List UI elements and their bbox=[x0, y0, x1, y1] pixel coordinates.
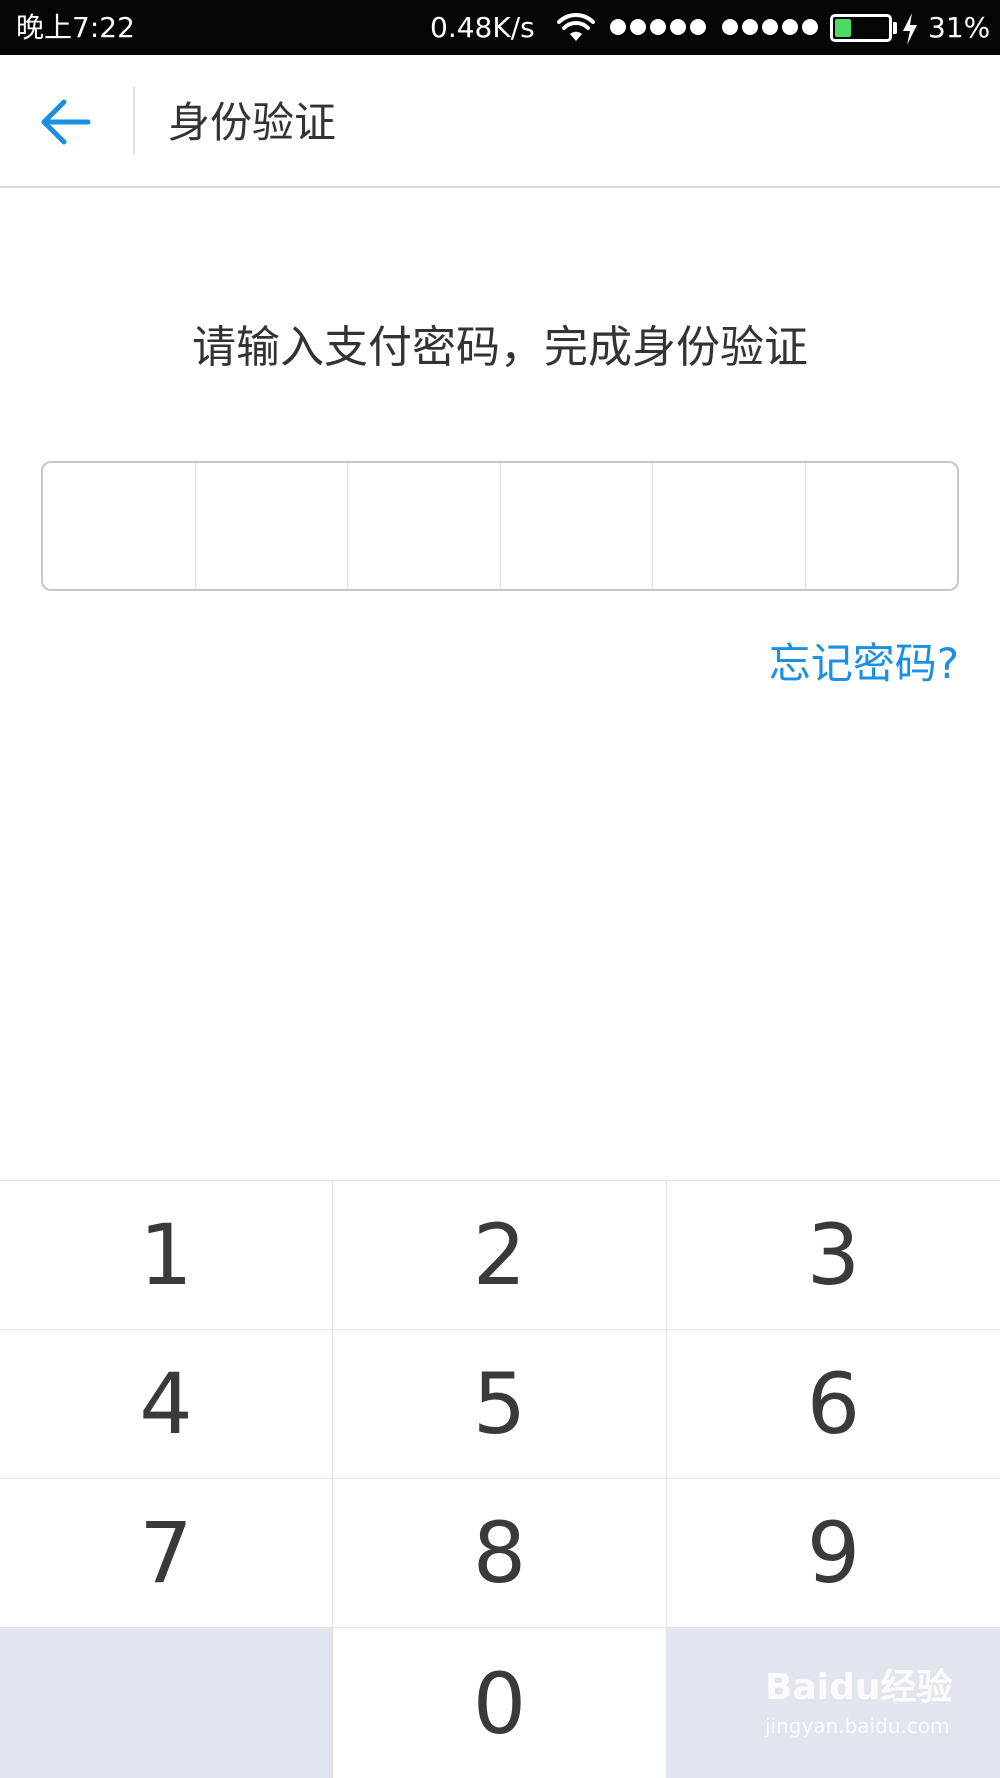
nav-bar: 身份验证 bbox=[0, 55, 1000, 188]
forgot-password-link[interactable]: 忘记密码? bbox=[769, 636, 959, 692]
password-input[interactable] bbox=[41, 461, 959, 591]
key-8[interactable]: 8 bbox=[333, 1479, 667, 1628]
battery-cap bbox=[893, 22, 897, 34]
numeric-keypad: 1 2 3 4 5 6 7 8 9 0 bbox=[0, 1180, 1000, 1778]
signal-icon bbox=[610, 16, 706, 38]
key-2[interactable]: 2 bbox=[333, 1181, 667, 1330]
wifi-icon bbox=[557, 12, 595, 41]
nav-divider bbox=[133, 87, 135, 155]
key-5[interactable]: 5 bbox=[333, 1330, 667, 1479]
key-blank bbox=[0, 1628, 333, 1778]
key-3[interactable]: 3 bbox=[667, 1181, 1000, 1330]
key-delete[interactable] bbox=[667, 1628, 1000, 1778]
key-4[interactable]: 4 bbox=[0, 1330, 333, 1479]
key-7[interactable]: 7 bbox=[0, 1479, 333, 1628]
key-0[interactable]: 0 bbox=[333, 1628, 667, 1778]
status-bar: 晚上7:22 0.48K/s 31% bbox=[0, 0, 1000, 55]
battery-percent: 31% bbox=[928, 11, 991, 44]
key-6[interactable]: 6 bbox=[667, 1330, 1000, 1479]
charging-icon bbox=[903, 13, 917, 45]
battery-icon bbox=[830, 14, 892, 42]
password-digit-box[interactable] bbox=[501, 463, 653, 589]
key-1[interactable]: 1 bbox=[0, 1181, 333, 1330]
password-digit-box[interactable] bbox=[196, 463, 348, 589]
password-digit-box[interactable] bbox=[43, 463, 196, 589]
verification-prompt: 请输入支付密码，完成身份验证 bbox=[192, 322, 808, 373]
password-digit-box[interactable] bbox=[348, 463, 501, 589]
network-speed: 0.48K/s bbox=[430, 11, 535, 44]
back-arrow-icon[interactable] bbox=[40, 95, 94, 149]
password-digit-box[interactable] bbox=[653, 463, 806, 589]
password-digit-box[interactable] bbox=[806, 463, 958, 589]
page-title: 身份验证 bbox=[168, 98, 337, 147]
signal-icon bbox=[722, 16, 818, 38]
key-9[interactable]: 9 bbox=[667, 1479, 1000, 1628]
status-time: 晚上7:22 bbox=[16, 11, 135, 44]
